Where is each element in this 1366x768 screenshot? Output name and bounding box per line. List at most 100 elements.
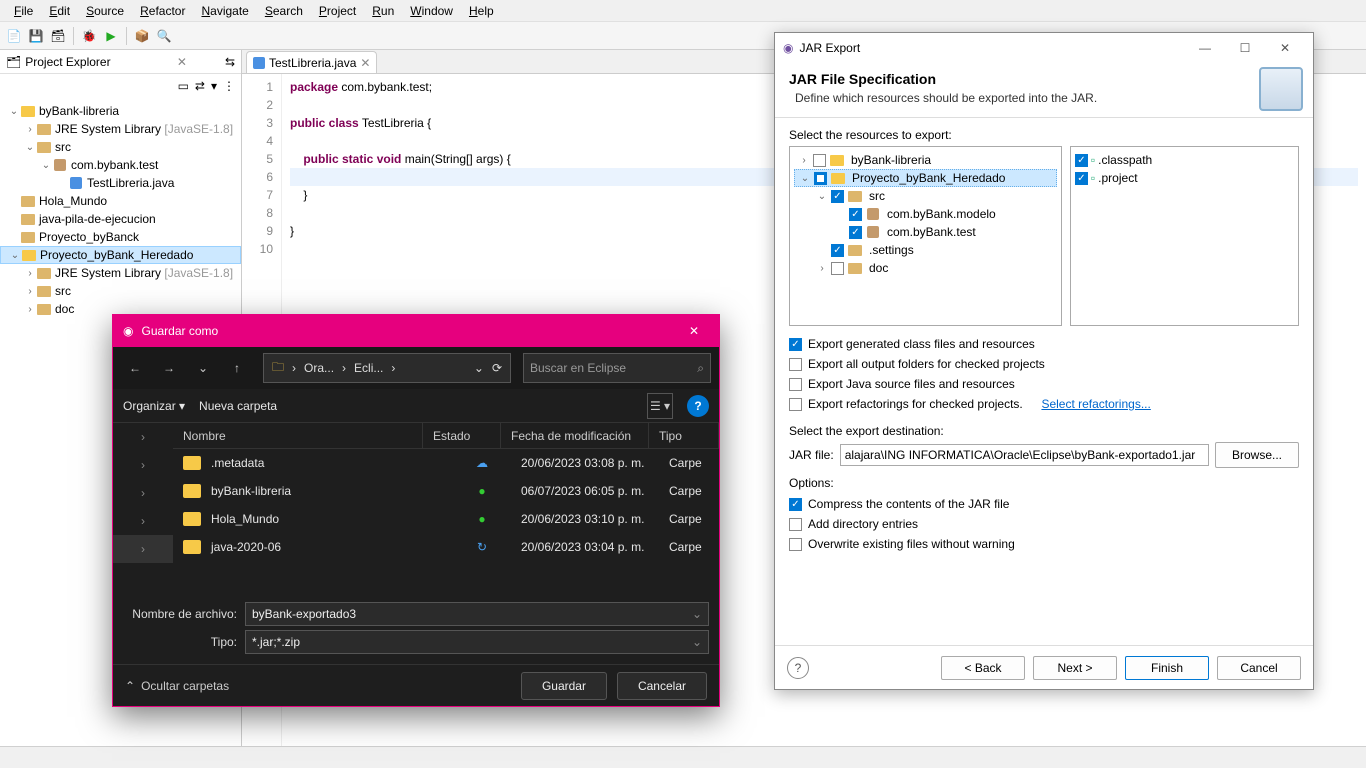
tree-item[interactable]: TestLibreria.java	[0, 174, 241, 192]
cancel-button[interactable]: Cancelar	[617, 672, 707, 700]
close-icon[interactable]: ✕	[360, 56, 370, 70]
file-row[interactable]: byBank-libreria●06/07/2023 06:05 p. m.Ca…	[173, 477, 719, 505]
maximize-icon[interactable]: ☐	[1225, 34, 1265, 62]
close-icon[interactable]: ✕	[679, 316, 709, 346]
forward-icon[interactable]: →	[155, 354, 183, 382]
package-icon: 🗂	[6, 55, 21, 69]
wizard-title: JAR File Specification	[789, 71, 1299, 87]
project-tree[interactable]: ⌄byBank-libreria›JRE System Library [Jav…	[0, 98, 241, 322]
tree-item[interactable]: ⌄byBank-libreria	[0, 102, 241, 120]
build-icon[interactable]: 📦	[132, 26, 152, 46]
menubar[interactable]: FileEditSourceRefactorNavigateSearchProj…	[0, 0, 1366, 22]
menu-project[interactable]: Project	[311, 2, 364, 20]
resource-file[interactable]: ✓ ▫ .classpath	[1075, 151, 1294, 169]
new-folder-button[interactable]: Nueva carpeta	[199, 399, 277, 413]
export-option[interactable]: Export refactorings for checked projects…	[789, 394, 1299, 414]
collapse-all-icon[interactable]: ▭	[178, 79, 189, 93]
hide-folders-toggle[interactable]: ⌃ Ocultar carpetas	[125, 679, 229, 693]
finish-button[interactable]: Finish	[1125, 656, 1209, 680]
export-option[interactable]: Export Java source files and resources	[789, 374, 1299, 394]
resource-item[interactable]: ›byBank-libreria	[794, 151, 1057, 169]
file-row[interactable]: .metadata☁20/06/2023 03:08 p. m.Carpe	[173, 449, 719, 477]
col-date[interactable]: Fecha de modificación	[501, 423, 649, 448]
file-row[interactable]: Hola_Mundo●20/06/2023 03:10 p. m.Carpe	[173, 505, 719, 533]
resource-files[interactable]: ✓ ▫ .classpath✓ ▫ .project	[1070, 146, 1299, 326]
breadcrumb[interactable]: 🗀 › Ora... › Ecli... › ⌄ ⟳	[263, 353, 511, 383]
filter-icon[interactable]: ▾	[211, 79, 217, 93]
back-icon[interactable]: ←	[121, 354, 149, 382]
help-icon[interactable]: ?	[687, 395, 709, 417]
search-icon[interactable]: 🔍	[154, 26, 174, 46]
collapse-icon[interactable]: ⇆	[225, 55, 235, 69]
menu-edit[interactable]: Edit	[41, 2, 78, 20]
close-icon[interactable]: ✕	[177, 55, 187, 69]
export-option[interactable]: ✓Export generated class files and resour…	[789, 334, 1299, 354]
tree-item[interactable]: ›JRE System Library [JavaSE-1.8]	[0, 120, 241, 138]
search-input[interactable]: Buscar en Eclipse ⌕	[523, 353, 711, 383]
up-icon[interactable]: ↑	[223, 354, 251, 382]
menu-refactor[interactable]: Refactor	[132, 2, 193, 20]
dest-label: Select the export destination:	[789, 424, 1299, 438]
option-check[interactable]: Add directory entries	[789, 514, 1299, 534]
save-titlebar[interactable]: ◉ Guardar como ✕	[113, 315, 719, 347]
cancel-button[interactable]: Cancel	[1217, 656, 1301, 680]
col-type[interactable]: Tipo	[649, 423, 719, 448]
run-icon[interactable]: ▶	[101, 26, 121, 46]
tree-item[interactable]: ⌄src	[0, 138, 241, 156]
menu-file[interactable]: File	[6, 2, 41, 20]
save-button[interactable]: Guardar	[521, 672, 607, 700]
file-list[interactable]: Nombre Estado Fecha de modificación Tipo…	[173, 423, 719, 592]
save-all-icon[interactable]: 🗃	[48, 26, 68, 46]
back-button[interactable]: < Back	[941, 656, 1025, 680]
refresh-icon[interactable]: ⟳	[490, 361, 504, 375]
resource-item[interactable]: ✓.settings	[794, 241, 1057, 259]
resource-item[interactable]: ⌄✓src	[794, 187, 1057, 205]
dialog-titlebar[interactable]: ◉ JAR Export — ☐ ✕	[775, 33, 1313, 63]
tree-item[interactable]: Proyecto_byBanck	[0, 228, 241, 246]
menu-source[interactable]: Source	[78, 2, 132, 20]
editor-tab[interactable]: TestLibreria.java ✕	[246, 51, 377, 73]
col-status[interactable]: Estado	[423, 423, 501, 448]
menu-help[interactable]: Help	[461, 2, 502, 20]
col-name[interactable]: Nombre	[173, 423, 423, 448]
dropdown-icon[interactable]: ⌄	[472, 361, 486, 375]
filename-input[interactable]: byBank-exportado3⌄	[245, 602, 709, 626]
type-select[interactable]: *.jar;*.zip⌄	[245, 630, 709, 654]
jar-file-input[interactable]	[840, 444, 1209, 466]
file-row[interactable]: java-2020-06↻20/06/2023 03:04 p. m.Carpe	[173, 533, 719, 561]
option-check[interactable]: Overwrite existing files without warning	[789, 534, 1299, 554]
tree-item[interactable]: Hola_Mundo	[0, 192, 241, 210]
tree-item[interactable]: ›JRE System Library [JavaSE-1.8]	[0, 264, 241, 282]
view-icon[interactable]: ☰ ▾	[647, 393, 673, 419]
menu-icon[interactable]: ⋮	[223, 79, 235, 93]
tree-item[interactable]: ⌄Proyecto_byBank_Heredado	[0, 246, 241, 264]
tree-item[interactable]: ⌄com.bybank.test	[0, 156, 241, 174]
folder-nav[interactable]: ›››› ›	[113, 423, 173, 592]
link-editor-icon[interactable]: ⇄	[195, 79, 205, 93]
save-icon[interactable]: 💾	[26, 26, 46, 46]
menu-search[interactable]: Search	[257, 2, 311, 20]
minimize-icon[interactable]: —	[1185, 34, 1225, 62]
tree-item[interactable]: java-pila-de-ejecucion	[0, 210, 241, 228]
resource-file[interactable]: ✓ ▫ .project	[1075, 169, 1294, 187]
resource-item[interactable]: ⌄Proyecto_byBank_Heredado	[794, 169, 1057, 187]
menu-window[interactable]: Window	[402, 2, 461, 20]
new-icon[interactable]: 📄	[4, 26, 24, 46]
next-button[interactable]: Next >	[1033, 656, 1117, 680]
help-icon[interactable]: ?	[787, 657, 809, 679]
resource-item[interactable]: ✓com.byBank.modelo	[794, 205, 1057, 223]
close-icon[interactable]: ✕	[1265, 34, 1305, 62]
dropdown-icon[interactable]: ⌄	[189, 354, 217, 382]
debug-icon[interactable]: 🐞	[79, 26, 99, 46]
tree-item[interactable]: ›src	[0, 282, 241, 300]
organize-button[interactable]: Organizar ▾	[123, 399, 185, 413]
export-option[interactable]: Export all output folders for checked pr…	[789, 354, 1299, 374]
option-check[interactable]: ✓Compress the contents of the JAR file	[789, 494, 1299, 514]
menu-navigate[interactable]: Navigate	[193, 2, 256, 20]
browse-button[interactable]: Browse...	[1215, 442, 1299, 468]
menu-run[interactable]: Run	[364, 2, 402, 20]
resource-item[interactable]: ›doc	[794, 259, 1057, 277]
resource-tree[interactable]: ›byBank-libreria⌄Proyecto_byBank_Heredad…	[789, 146, 1062, 326]
save-as-dialog: ◉ Guardar como ✕ ← → ⌄ ↑ 🗀 › Ora... › Ec…	[112, 314, 720, 707]
resource-item[interactable]: ✓com.byBank.test	[794, 223, 1057, 241]
